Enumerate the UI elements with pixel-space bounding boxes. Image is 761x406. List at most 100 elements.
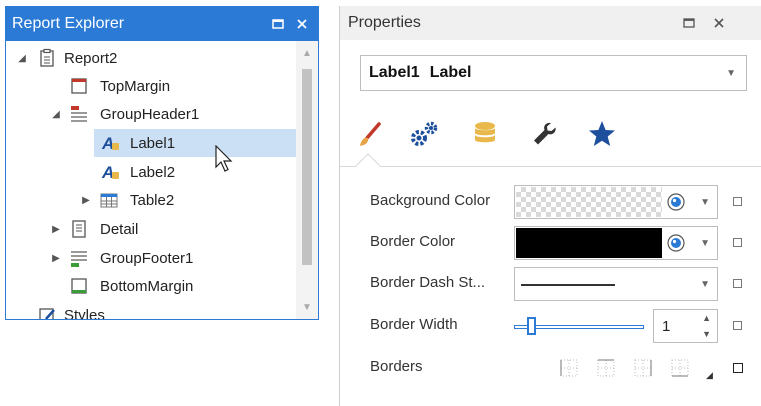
close-icon[interactable] xyxy=(290,12,314,36)
margin-band-icon xyxy=(71,278,87,294)
solid-line-preview xyxy=(521,284,615,286)
tab-behavior[interactable] xyxy=(407,116,443,152)
tree-item-topmargin[interactable]: TopMargin xyxy=(6,72,296,100)
report-tree: ◢ Report2 TopMargin ◢ GroupHeader1 A Lab… xyxy=(6,41,296,319)
background-color-editor[interactable]: ▼ xyxy=(514,185,718,219)
scroll-up-icon[interactable]: ▲ xyxy=(296,43,318,63)
maximize-icon[interactable] xyxy=(677,11,701,35)
border-color-editor[interactable]: ▼ xyxy=(514,226,718,260)
tab-appearance[interactable] xyxy=(352,116,388,152)
detail-band-icon xyxy=(72,220,86,238)
tree-item-groupfooter1[interactable]: ▶ GroupFooter1 xyxy=(6,244,296,272)
property-marker[interactable] xyxy=(733,321,742,330)
tree-item-label2[interactable]: A Label2 xyxy=(6,158,296,186)
border-width-value: 1 xyxy=(662,318,671,335)
property-row-border-dash-style: Border Dash St... ▼ xyxy=(340,264,761,304)
database-icon xyxy=(475,122,495,143)
spin-up-icon[interactable]: ▲ xyxy=(702,313,711,323)
property-row-borders: Borders ◢ xyxy=(340,348,761,388)
color-picker-icon[interactable] xyxy=(667,234,685,252)
border-left-icon[interactable] xyxy=(559,358,579,378)
expand-arrow-icon[interactable]: ◢ xyxy=(50,108,62,120)
border-dash-style-editor[interactable]: ▼ xyxy=(514,267,718,301)
border-top-icon[interactable] xyxy=(596,358,616,378)
chevron-down-icon[interactable]: ▼ xyxy=(700,197,710,208)
tree-item-label: Label2 xyxy=(130,163,176,181)
tree-item-groupheader1[interactable]: ◢ GroupHeader1 xyxy=(6,100,296,128)
table-icon xyxy=(100,193,118,208)
properties-header: Properties xyxy=(340,6,761,40)
tree-item-label: Styles xyxy=(64,306,105,320)
gears-icon xyxy=(411,121,438,146)
property-label: Background Color xyxy=(370,192,491,209)
property-row-border-width: Border Width 1 ▲ ▼ xyxy=(340,306,761,346)
scrollbar-thumb[interactable] xyxy=(302,69,312,265)
label-icon: A xyxy=(101,163,119,182)
tree-item-label: GroupFooter1 xyxy=(100,249,194,267)
tree-item-label: Table2 xyxy=(130,191,175,209)
margin-band-icon xyxy=(71,78,87,94)
color-picker-icon[interactable] xyxy=(667,193,685,211)
property-marker[interactable] xyxy=(733,197,742,206)
tree-item-label: Label1 xyxy=(130,134,176,152)
property-row-background-color: Background Color ▼ xyxy=(340,182,761,222)
selector-type: Label xyxy=(429,64,472,81)
expand-corner-icon[interactable]: ◢ xyxy=(706,370,713,381)
chevron-down-icon[interactable]: ▼ xyxy=(726,68,736,79)
tree-scrollbar[interactable]: ▲ ▼ xyxy=(296,41,318,319)
group-header-icon xyxy=(71,106,87,122)
collapse-arrow-icon[interactable]: ▶ xyxy=(80,194,92,206)
report-explorer-title: Report Explorer xyxy=(12,15,125,32)
tree-item-table2[interactable]: ▶ Table2 xyxy=(6,186,296,214)
spin-down-icon[interactable]: ▼ xyxy=(702,329,711,339)
border-width-spinner[interactable]: 1 ▲ ▼ xyxy=(653,309,718,343)
report-explorer-header: Report Explorer xyxy=(6,7,318,41)
expand-arrow-icon[interactable]: ◢ xyxy=(16,52,28,64)
brush-icon xyxy=(360,122,381,146)
tree-item-label: Detail xyxy=(100,220,139,238)
component-selector[interactable]: Label1 Label ▼ xyxy=(360,55,747,91)
report-explorer-panel: Report Explorer ◢ Report2 TopMargin ◢ Gr… xyxy=(5,6,319,320)
property-label: Border Color xyxy=(370,233,456,250)
label-icon: A xyxy=(101,134,119,153)
report-icon xyxy=(40,48,54,67)
scroll-down-icon[interactable]: ▼ xyxy=(296,297,318,317)
slider-thumb[interactable] xyxy=(527,317,536,335)
star-icon xyxy=(589,121,615,146)
maximize-icon[interactable] xyxy=(266,12,290,36)
tree-item-label: GroupHeader1 xyxy=(100,105,200,123)
tab-layout[interactable] xyxy=(527,116,563,152)
property-marker[interactable] xyxy=(733,238,742,247)
properties-panel: Properties Label1 Label ▼ Background Col… xyxy=(339,6,761,406)
tree-item-label1[interactable]: A Label1 xyxy=(94,129,296,157)
property-marker[interactable] xyxy=(733,279,742,288)
group-footer-icon xyxy=(71,251,87,267)
property-row-border-color: Border Color ▼ xyxy=(340,223,761,263)
collapse-arrow-icon[interactable]: ▶ xyxy=(50,223,62,235)
active-tab-indicator xyxy=(355,153,381,179)
close-icon[interactable] xyxy=(707,11,731,35)
tree-item-label: Report2 xyxy=(64,49,118,67)
border-right-icon[interactable] xyxy=(633,358,653,378)
tree-item-detail[interactable]: ▶ Detail xyxy=(6,215,296,243)
selector-name: Label1 xyxy=(369,64,420,81)
property-marker[interactable] xyxy=(733,363,743,373)
tree-item-label: BottomMargin xyxy=(100,277,194,295)
styles-icon xyxy=(39,308,55,319)
color-swatch-black xyxy=(516,228,662,258)
tree-item-styles[interactable]: Styles xyxy=(6,301,296,320)
property-label: Border Dash St... xyxy=(370,274,486,291)
tree-item-label: TopMargin xyxy=(100,77,171,95)
border-bottom-icon[interactable] xyxy=(670,358,690,378)
tree-item-report2[interactable]: ◢ Report2 xyxy=(6,44,296,72)
collapse-arrow-icon[interactable]: ▶ xyxy=(50,252,62,264)
tab-divider xyxy=(340,166,761,167)
wrench-icon xyxy=(534,122,556,145)
tab-data[interactable] xyxy=(467,116,503,152)
property-label: Borders xyxy=(370,358,423,375)
tab-favorites[interactable] xyxy=(584,116,620,152)
chevron-down-icon[interactable]: ▼ xyxy=(700,238,710,249)
mouse-cursor-icon xyxy=(215,145,233,172)
chevron-down-icon[interactable]: ▼ xyxy=(700,279,710,290)
tree-item-bottommargin[interactable]: BottomMargin xyxy=(6,272,296,300)
